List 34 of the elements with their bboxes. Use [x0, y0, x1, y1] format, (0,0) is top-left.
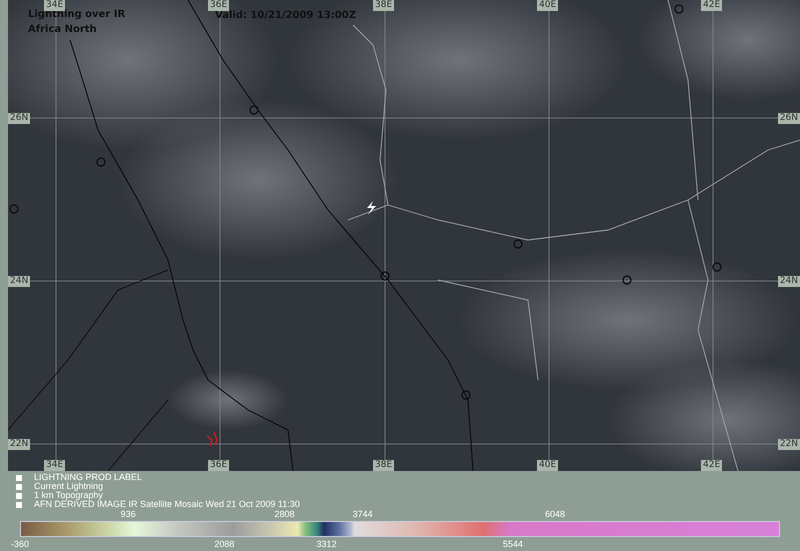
longitude-label: 34E — [44, 0, 66, 11]
longitude-label: 42E — [701, 460, 722, 471]
latitude-label: 26N — [778, 113, 800, 124]
legend-marker — [16, 502, 22, 508]
scale-value: 6048 — [544, 509, 566, 519]
longitude-label: 40E — [537, 0, 558, 11]
latitude-label: 22N — [8, 439, 30, 450]
scale-value: 2088 — [214, 539, 234, 549]
scale-value: 2808 — [274, 509, 294, 519]
legend-item: LIGHTNING PROD LABEL — [34, 473, 142, 482]
scale-value: 3312 — [316, 539, 337, 549]
scale-value: 5544 — [502, 539, 523, 549]
longitude-label: 40E — [537, 460, 558, 471]
longitude-label: 42E — [701, 0, 722, 11]
legend-marker — [16, 484, 22, 490]
latitude-label: 22N — [778, 439, 800, 450]
longitude-label: 34E — [44, 460, 66, 471]
longitude-label: 36E — [208, 460, 230, 471]
longitude-label: 38E — [373, 0, 394, 11]
latitude-label: 24N — [778, 276, 800, 287]
legend-marker — [16, 492, 22, 498]
scale-value: 936 — [120, 509, 136, 519]
latitude-label: 24N — [8, 276, 30, 287]
legend-item: Current Lightning — [34, 482, 104, 491]
legend-item: AFN DERIVED IMAGE IR Satellite Mosaic Wed 21 Oct 2009 11:30 — [34, 500, 300, 509]
legend-item: 1 km Topography — [34, 491, 103, 500]
map-title: Lightning over IR — [28, 9, 126, 20]
legend-marker — [16, 474, 22, 480]
longitude-label: 38E — [373, 460, 394, 471]
scale-value: -360 — [11, 539, 29, 549]
region-label: Africa North — [28, 24, 97, 35]
longitude-label: 36E — [208, 0, 230, 11]
scale-value: 3744 — [352, 509, 373, 519]
latitude-label: 26N — [8, 113, 30, 124]
